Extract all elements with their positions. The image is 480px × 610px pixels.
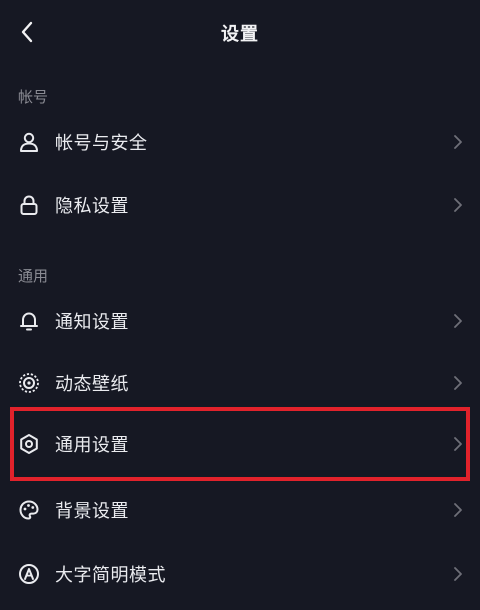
section-label-general: 通用 [18,267,49,285]
settings-item-account-security[interactable]: 帐号与安全 [0,113,480,171]
settings-item-label: 大字简明模式 [55,565,166,586]
settings-item-label: 背景设置 [55,501,129,522]
settings-item-label: 隐私设置 [55,196,129,217]
user-icon [18,131,40,153]
live-wallpaper-icon [18,372,40,394]
chevron-right-icon [452,313,464,329]
chevron-right-icon [452,375,464,391]
settings-item-general-settings[interactable]: 通用设置 [0,415,480,473]
palette-icon [18,499,40,521]
settings-item-large-text-mode[interactable]: 大字简明模式 [0,545,480,603]
settings-item-label: 通知设置 [55,312,129,333]
settings-item-label: 帐号与安全 [55,133,148,154]
settings-item-label: 动态壁纸 [55,374,129,395]
settings-item-notifications[interactable]: 通知设置 [0,292,480,350]
section-label-account: 帐号 [18,88,49,106]
chevron-right-icon [452,436,464,452]
gear-icon [18,433,40,455]
settings-item-background[interactable]: 背景设置 [0,481,480,539]
bell-icon [18,310,40,332]
settings-item-live-wallpaper[interactable]: 动态壁纸 [0,354,480,412]
header: 设置 [0,0,480,66]
settings-item-privacy[interactable]: 隐私设置 [0,176,480,234]
lock-icon [18,194,40,216]
text-size-icon [18,563,40,585]
chevron-right-icon [452,566,464,582]
chevron-right-icon [452,502,464,518]
page-title: 设置 [221,24,259,45]
chevron-right-icon [452,197,464,213]
settings-item-label: 通用设置 [55,435,129,456]
chevron-right-icon [452,134,464,150]
